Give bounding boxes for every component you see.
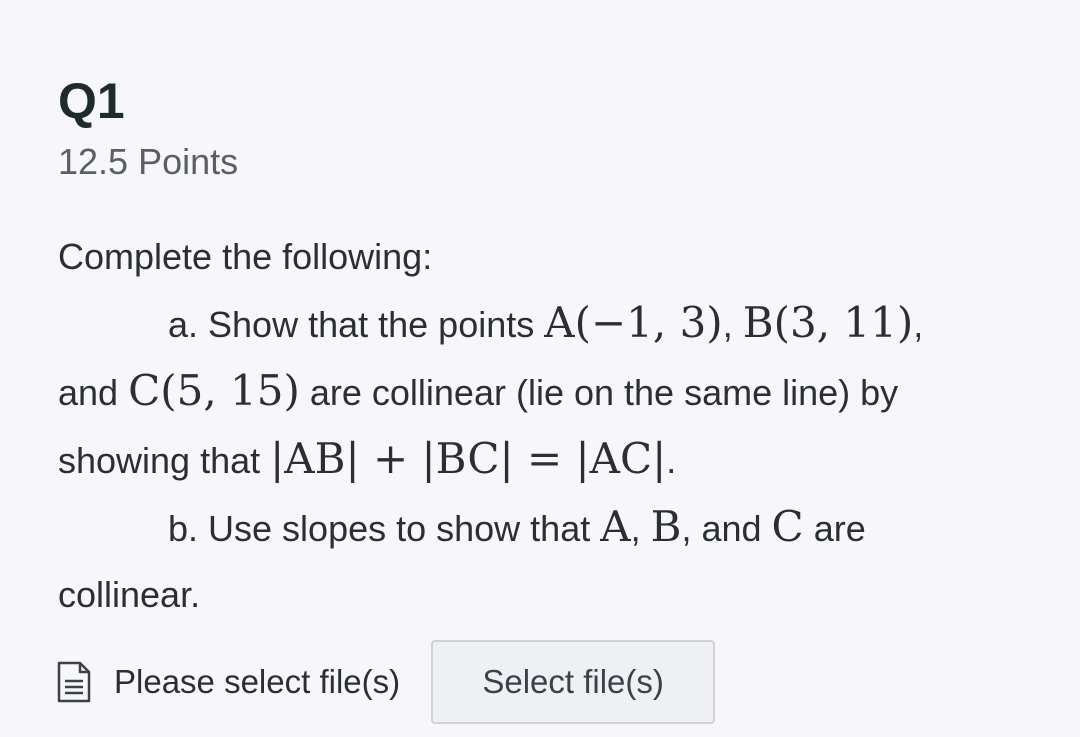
part-a-sep2: , (913, 304, 924, 345)
file-upload-row: Please select file(s) Select file(s) (56, 640, 716, 724)
point-c: C(5, 15) (128, 366, 300, 415)
question-intro: Complete the following: (58, 236, 433, 277)
part-a-mid: are collinear (lie on the same line) by (299, 372, 899, 413)
distance-equation: |AB| + |BC| = |AC| (270, 434, 667, 483)
label-a: A (600, 502, 631, 551)
label-c: C (771, 502, 804, 551)
part-a-text: a. Show that the points A(−1, 3), B(3, 1… (58, 290, 1038, 494)
part-b-line2: collinear. (58, 574, 201, 615)
part-a-showing: showing that (58, 440, 271, 481)
part-a-lead: a. Show that the points (168, 304, 545, 345)
upload-status-text: Please select file(s) (114, 663, 401, 700)
part-b-sep2: , and (681, 508, 772, 549)
question-points: 12.5 Points (58, 141, 239, 182)
select-files-button[interactable]: Select file(s) (431, 640, 716, 724)
part-a-end: . (666, 440, 677, 481)
label-b: B (650, 502, 682, 551)
question-body: Complete the following: a. Show that the… (58, 224, 1038, 628)
part-a-sep1: , (722, 304, 743, 345)
point-a: A(−1, 3) (544, 298, 723, 347)
point-b: B(3, 11) (742, 298, 914, 347)
part-a-and: and (58, 372, 129, 413)
question-card: Q1 12.5 Points Complete the following: a… (58, 70, 1038, 628)
part-b-lead: b. Use slopes to show that (168, 508, 601, 549)
file-icon (56, 661, 92, 703)
part-b-sep1: , (630, 508, 651, 549)
part-b-text: b. Use slopes to show that A, B, and C a… (58, 494, 1038, 628)
part-b-tail: are (803, 508, 866, 549)
question-title: Q1 (58, 73, 125, 129)
